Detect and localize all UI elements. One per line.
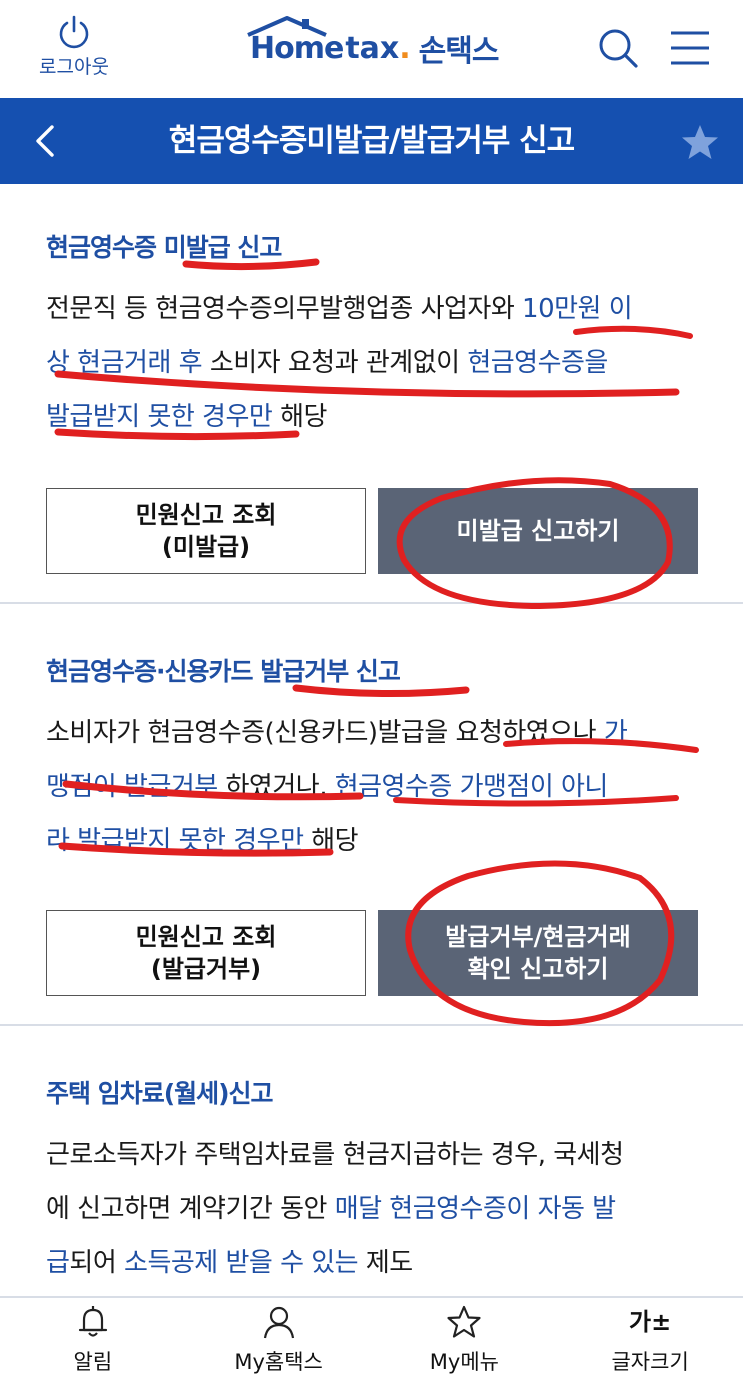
section-heading-refusal: 현금영수증·신용카드 발급거부 신고 [46, 657, 401, 686]
desc-line: 소비자가 현금영수증(신용카드)발급을 요청하였으나 가 [46, 718, 628, 748]
section-divider [0, 1024, 743, 1026]
nav-label: My메뉴 [429, 1350, 499, 1374]
inquiry-non-issuance-button[interactable]: 민원신고 조회 (미발급) [46, 488, 366, 574]
nav-item-font-size[interactable]: 가± 글자크기 [557, 1298, 743, 1382]
top-header: 로그아웃 Home tax . 손택스 [0, 0, 743, 98]
search-button[interactable] [596, 26, 640, 74]
house-roof-icon [247, 15, 327, 37]
report-refusal-button[interactable]: 발급거부/현금거래 확인 신고하기 [378, 910, 698, 996]
section-divider [0, 602, 743, 604]
desc-line: 근로소득자가 주택임차료를 현금지급하는 경우, 국세청 [46, 1140, 624, 1170]
logout-button[interactable]: 로그아웃 [24, 14, 124, 79]
section-heading-rent: 주택 임차료(월세)신고 [46, 1079, 274, 1108]
desc-line: 라 발급받지 못한 경우만 해당 [46, 826, 359, 856]
title-bar: 현금영수증미발급/발급거부 신고 [0, 98, 743, 184]
font-size-icon: 가± [629, 1308, 672, 1336]
search-icon [599, 29, 638, 68]
star-outline-icon [447, 1305, 481, 1338]
logout-label: 로그아웃 [39, 56, 109, 78]
hometax-logo[interactable]: Home tax . 손택스 [247, 15, 500, 78]
brand-dot: . [399, 30, 411, 66]
brand-home-text: Home [247, 15, 344, 66]
bottom-navigation: 알림 My홈택스 My메뉴 가± 글자크기 [0, 1296, 743, 1382]
desc-line: 급되어 소득공제 받을 수 있는 제도 [46, 1248, 413, 1278]
desc-line: 발급받지 못한 경우만 해당 [46, 402, 327, 432]
bell-icon [78, 1306, 107, 1337]
power-icon [59, 15, 89, 49]
desc-line: 에 신고하면 계약기간 동안 매달 현금영수증이 자동 발 [46, 1194, 616, 1224]
page-title: 현금영수증미발급/발급거부 신고 [168, 123, 575, 159]
nav-label: 글자크기 [611, 1350, 689, 1374]
star-icon [682, 125, 718, 159]
desc-line: 전문직 등 현금영수증의무발행업종 사업자와 10만원 이 [46, 294, 633, 324]
section-heading-non-issuance: 현금영수증 미발급 신고 [46, 233, 282, 262]
section-desc-rent: 근로소득자가 주택임차료를 현금지급하는 경우, 국세청 에 신고하면 계약기간… [46, 1128, 706, 1290]
nav-item-notifications[interactable]: 알림 [0, 1298, 186, 1382]
inquiry-refusal-button[interactable]: 민원신고 조회 (발급거부) [46, 910, 366, 996]
brand-son-text: 손택스 [418, 34, 500, 69]
menu-button[interactable] [668, 28, 712, 72]
brand-tax-text: tax [345, 30, 400, 66]
section-desc-non-issuance: 전문직 등 현금영수증의무발행업종 사업자와 10만원 이 상 현금거래 후 소… [46, 282, 706, 444]
user-icon [263, 1306, 294, 1339]
desc-line: 상 현금거래 후 소비자 요청과 관계없이 현금영수증을 [46, 348, 608, 378]
report-non-issuance-button[interactable]: 미발급 신고하기 [378, 488, 698, 574]
favorite-button[interactable] [680, 122, 720, 166]
nav-item-my-menu[interactable]: My메뉴 [372, 1298, 558, 1382]
section-desc-refusal: 소비자가 현금영수증(신용카드)발급을 요청하였으나 가 맹점이 발급거부 하였… [46, 706, 706, 868]
annotation-underline [292, 684, 470, 698]
desc-line: 맹점이 발급거부 하였거나, 현금영수증 가맹점이 아니 [46, 772, 608, 802]
nav-item-my-hometax[interactable]: My홈택스 [186, 1298, 372, 1382]
nav-label: My홈택스 [234, 1350, 323, 1374]
nav-label: 알림 [73, 1350, 113, 1374]
hamburger-menu-icon [671, 31, 709, 65]
